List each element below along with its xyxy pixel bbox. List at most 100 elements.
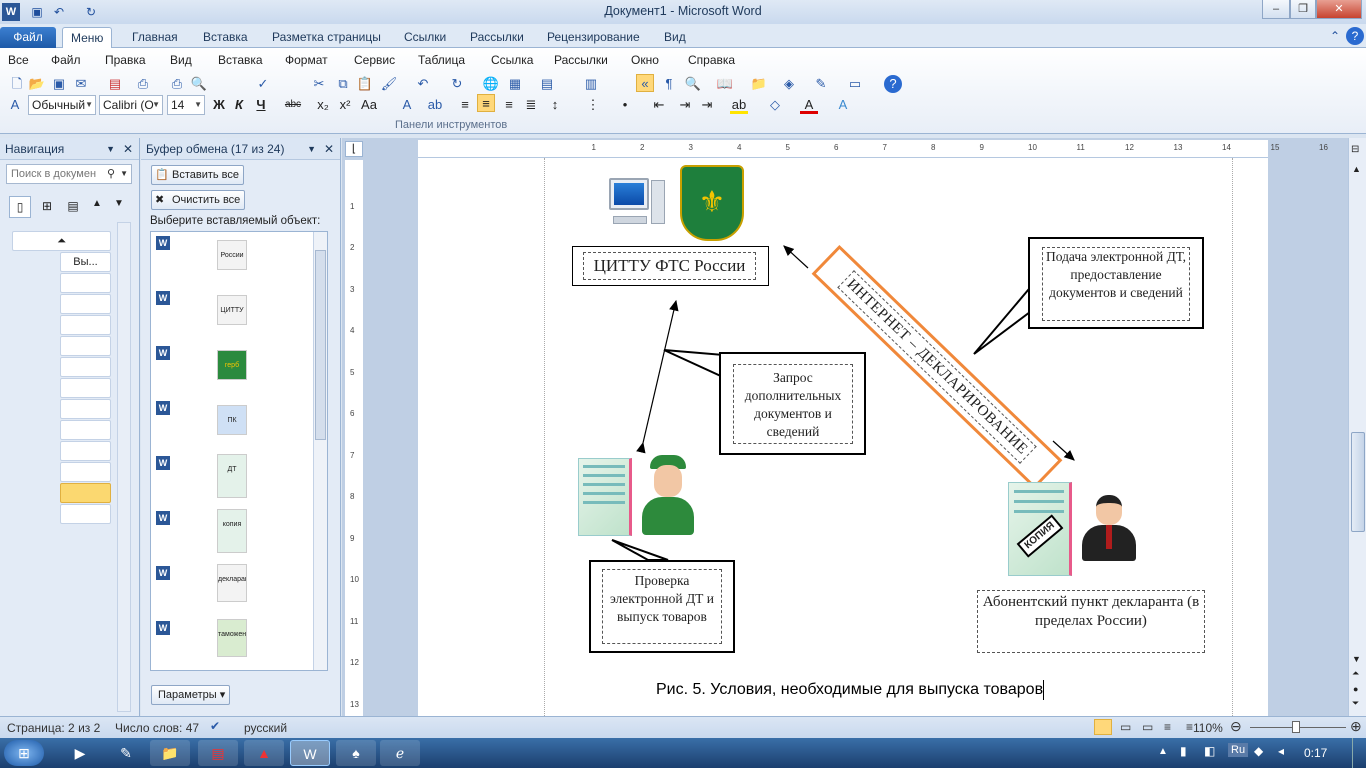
nav-search-input[interactable]: Поиск в докумен ⚲ ▼ — [6, 164, 132, 184]
volume-icon[interactable]: ◂ — [1278, 744, 1284, 758]
nav-item[interactable] — [60, 378, 111, 398]
preview-icon[interactable]: 🔍 — [190, 75, 208, 93]
tab-selector[interactable]: ⌊ — [345, 141, 363, 157]
menu-mailings[interactable]: Рассылки — [554, 53, 608, 67]
menu-view[interactable]: Вид — [170, 53, 192, 67]
options-button[interactable]: Параметры ▾ — [151, 685, 231, 705]
italic-icon[interactable]: К — [230, 96, 248, 114]
tools-icon[interactable]: ✎ — [106, 740, 146, 766]
word-taskbar-icon[interactable]: W — [290, 740, 330, 766]
zoom-slider[interactable] — [1250, 721, 1346, 733]
help-icon[interactable]: ? — [1346, 27, 1364, 45]
menu-insert[interactable]: Вставка — [218, 53, 263, 67]
table-icon[interactable]: ▦ — [506, 75, 524, 93]
menu-file[interactable]: Файл — [51, 53, 81, 67]
align-center-icon[interactable]: ≡ — [477, 94, 495, 112]
nav-item[interactable] — [60, 504, 111, 524]
dropdown-icon[interactable]: ▼ — [106, 138, 115, 160]
align-left-icon[interactable]: ≡ — [456, 96, 474, 114]
format-painter-icon[interactable]: 🖌 — [380, 75, 398, 93]
next-arrow-icon[interactable]: ▼ — [114, 198, 124, 209]
print-layout-icon[interactable] — [1094, 719, 1112, 735]
language-indicator[interactable]: Ru — [1228, 743, 1249, 757]
vertical-ruler[interactable]: 1 2 3 4 5 6 7 8 9 10 11 12 13 — [345, 160, 363, 716]
outline-icon[interactable]: ≡ — [1164, 720, 1171, 734]
change-case-icon[interactable]: Aa — [360, 96, 378, 114]
pages-tab-icon[interactable]: ⊞ — [36, 196, 58, 218]
align-right-icon[interactable]: ≡ — [500, 96, 518, 114]
nav-item-current[interactable] — [60, 483, 111, 503]
redo-icon[interactable]: ↻ — [448, 75, 466, 93]
clipboard-item[interactable]: W ЦИТТУ — [151, 287, 311, 342]
spelling-icon[interactable]: ✓ — [254, 75, 272, 93]
tab-mailings[interactable]: Рассылки — [462, 27, 532, 48]
proofing-icon[interactable]: ✔ — [210, 719, 220, 733]
explorer-icon[interactable]: 📁 — [150, 740, 190, 766]
columns-icon[interactable]: ▥ — [582, 75, 600, 93]
horizontal-ruler[interactable]: 1234567891011121314151617 — [418, 140, 1328, 158]
clipboard-item[interactable]: W России — [151, 232, 311, 287]
clear-format-icon[interactable]: A — [398, 96, 416, 114]
research-icon[interactable]: ◈ — [780, 75, 798, 93]
styles-icon[interactable]: ✎ — [812, 75, 830, 93]
insert-table-icon[interactable]: ▤ — [538, 75, 556, 93]
font-size-combo[interactable]: 14 ▼ — [167, 95, 205, 115]
nav-item[interactable] — [60, 315, 111, 335]
menu-edit[interactable]: Правка — [105, 53, 146, 67]
show-desktop-button[interactable] — [1352, 738, 1366, 768]
phonetic-icon[interactable]: ab — [426, 96, 444, 114]
ruler-toggle-icon[interactable]: ⊟ — [1351, 144, 1359, 155]
menu-help[interactable]: Справка — [688, 53, 735, 67]
paste-icon[interactable]: 📋 — [356, 75, 374, 93]
indent-icon[interactable]: ⇥ — [698, 96, 716, 114]
clock[interactable]: 0:17 — [1304, 746, 1327, 760]
line-spacing-icon[interactable]: ↕ — [546, 96, 564, 114]
clipboard-item[interactable]: Wгерб — [151, 342, 311, 397]
scroll-up-icon[interactable]: ▲ — [1352, 164, 1361, 174]
options-icon[interactable]: ▭ — [846, 75, 864, 93]
nav-item[interactable] — [60, 336, 111, 356]
help-icon[interactable]: ? — [884, 75, 902, 93]
paste-all-button[interactable]: 📋 Вставить все — [151, 165, 245, 185]
nav-item[interactable] — [60, 273, 111, 293]
numbering-icon[interactable]: ⋮ — [584, 96, 602, 114]
copy-icon[interactable]: ⧉ — [334, 75, 352, 93]
word-count[interactable]: Число слов: 47 — [115, 721, 199, 735]
clipboard-scrollbar[interactable] — [313, 232, 327, 670]
menu-all[interactable]: Все — [8, 53, 29, 67]
menu-tools[interactable]: Сервис — [354, 53, 395, 67]
zoom-slider-thumb[interactable] — [1292, 721, 1300, 733]
pdf-icon[interactable]: ▤ — [106, 75, 124, 93]
scroll-thumb[interactable] — [1351, 432, 1365, 532]
headings-tab-icon[interactable]: ▯ — [9, 196, 31, 218]
nav-collapse-item[interactable]: ⏶ — [12, 231, 111, 251]
reading-icon[interactable]: 📖 — [716, 75, 734, 93]
zoom-icon[interactable]: 🔍 — [684, 75, 702, 93]
strikethrough-icon[interactable]: abc — [284, 96, 302, 114]
clipboard-item[interactable]: W ДТ — [151, 452, 311, 507]
clear-all-button[interactable]: ✖ Очистить все — [151, 190, 246, 210]
style-combo[interactable]: Обычный ▼ — [28, 95, 96, 115]
web-layout-icon[interactable]: ▭ — [1142, 720, 1153, 734]
underline-icon[interactable]: Ч — [252, 96, 270, 114]
open-icon[interactable]: 📂 — [28, 75, 46, 93]
clipboard-item[interactable]: Wкопия — [151, 507, 311, 562]
bold-icon[interactable]: Ж — [210, 96, 228, 114]
tab-references[interactable]: Ссылки — [396, 27, 454, 48]
tray-arrow-icon[interactable]: ▲ — [1158, 746, 1168, 757]
prev-page-icon[interactable]: ⏶ — [1352, 668, 1359, 679]
styles-pane-icon[interactable]: A — [6, 96, 24, 114]
font-color-icon[interactable]: A — [800, 96, 818, 114]
menu-link[interactable]: Ссылка — [491, 53, 533, 67]
justify-icon[interactable]: ≣ — [522, 96, 540, 114]
hyperlink-icon[interactable]: 🌐 — [482, 75, 500, 93]
next-page-icon[interactable]: ⏷ — [1352, 698, 1359, 709]
scroll-thumb[interactable] — [315, 250, 326, 440]
email-icon[interactable]: ✉ — [72, 75, 90, 93]
nav-item[interactable] — [60, 441, 111, 461]
collapse-ribbon-icon[interactable]: ⌃ — [1326, 27, 1344, 45]
decrease-indent-icon[interactable]: ⇤ — [650, 96, 668, 114]
page-count[interactable]: Страница: 2 из 2 — [7, 721, 100, 735]
acrobat-icon[interactable]: ▤ — [198, 740, 238, 766]
nav-item[interactable] — [60, 294, 111, 314]
